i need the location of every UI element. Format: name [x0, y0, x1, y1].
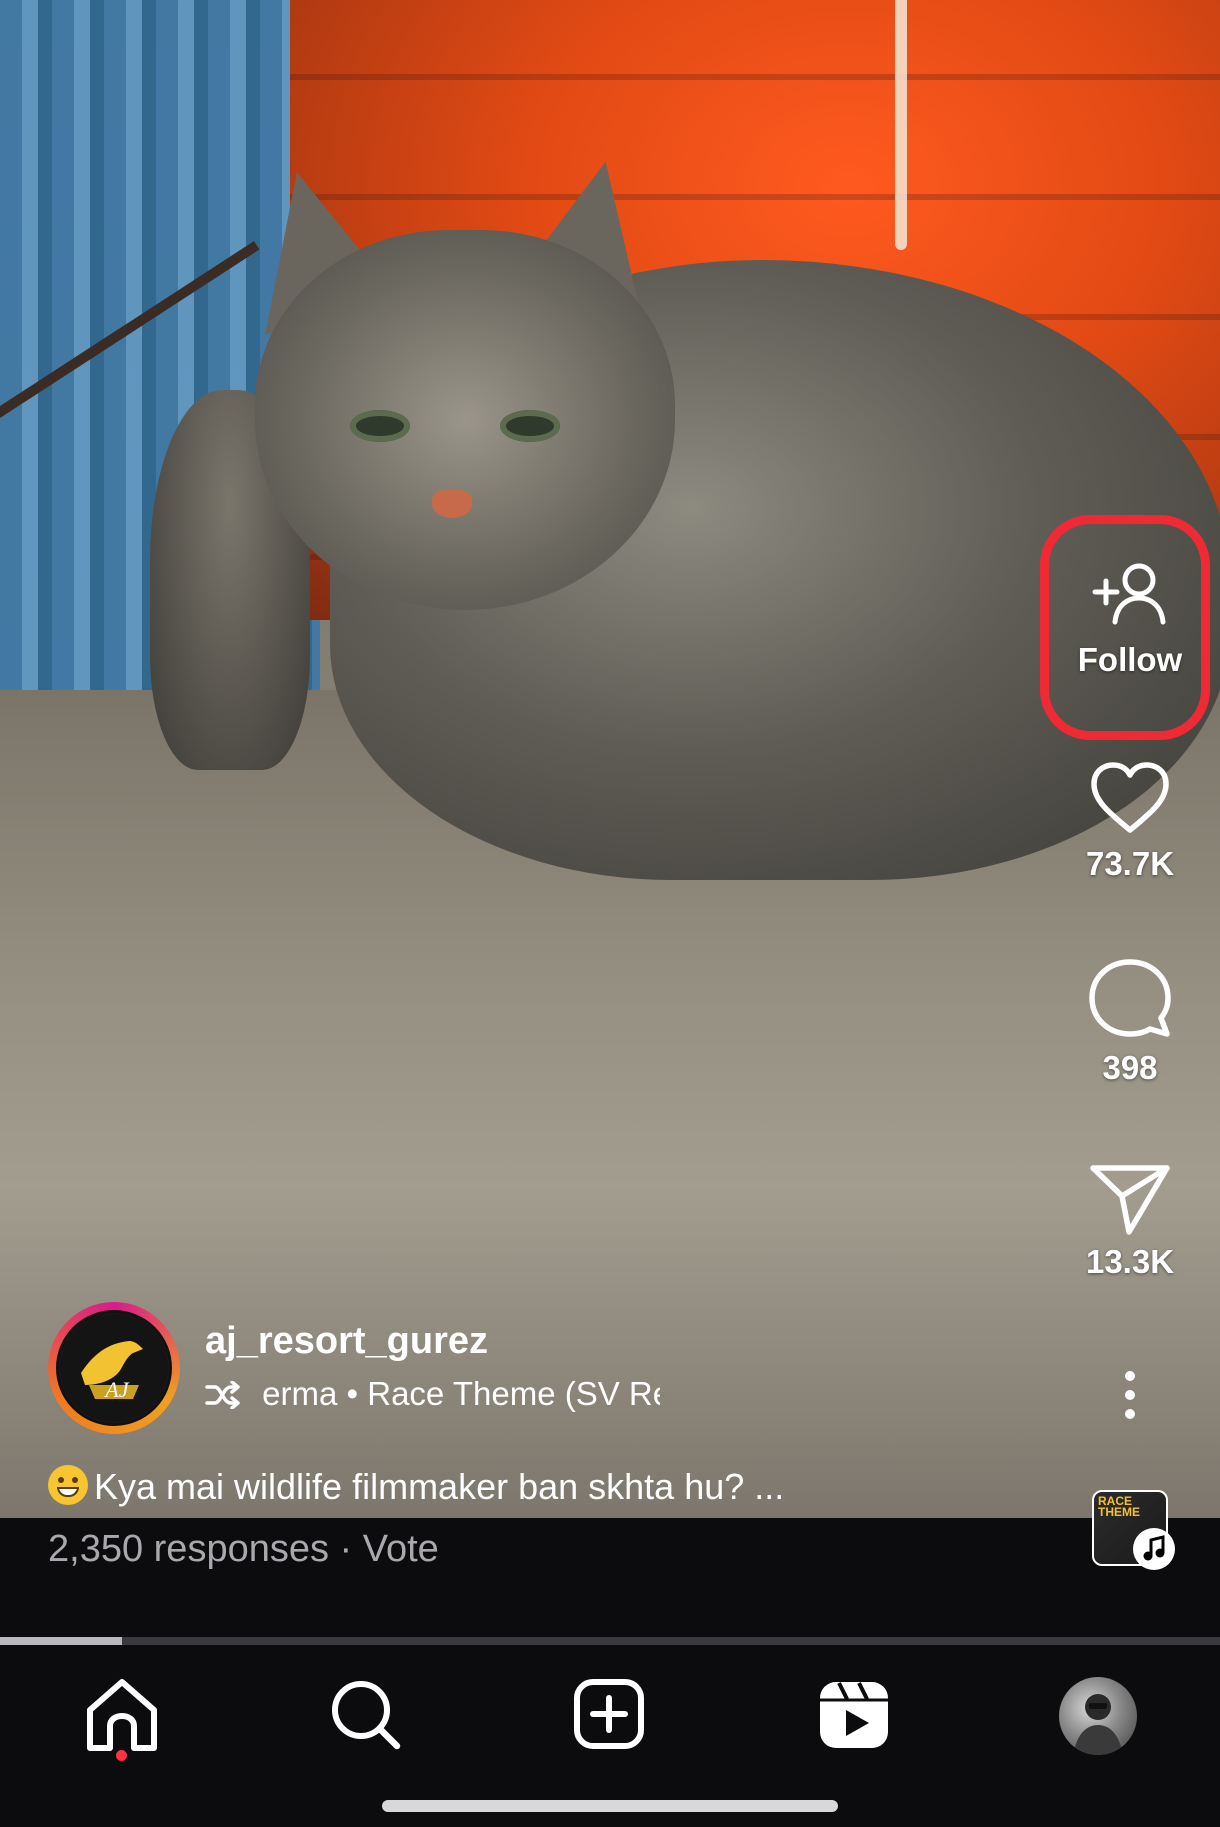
cat-eye [500, 410, 560, 442]
search-icon [332, 1681, 401, 1750]
more-options-button[interactable] [1065, 1370, 1195, 1425]
like-count: 73.7K [1085, 845, 1175, 882]
video-progress-fill [0, 1637, 122, 1645]
profile-photo [1073, 1694, 1123, 1755]
shuffle-icon [205, 1380, 240, 1410]
follow-button[interactable]: Follow [1065, 560, 1195, 679]
music-thumb-text: RACE THEME [1098, 1494, 1140, 1519]
home-icon [87, 1679, 157, 1751]
audio-title: erma • Race Theme (SV Re [262, 1375, 660, 1412]
comment-count: 398 [1102, 1049, 1158, 1086]
nav-profile-avatar[interactable] [1059, 1677, 1137, 1755]
home-indicator [382, 1800, 838, 1812]
nav-reels[interactable] [809, 1670, 899, 1760]
cat-head [255, 230, 675, 610]
resort-logo: AJ [60, 1314, 168, 1422]
reel-video[interactable] [0, 0, 1220, 1518]
poll-responses[interactable]: 2,350 responses · Vote [48, 1528, 439, 1571]
nav-home[interactable] [77, 1670, 167, 1760]
like-button[interactable]: 73.7K [1065, 760, 1195, 883]
cat-eye [350, 410, 410, 442]
cat-nose [432, 490, 472, 518]
send-icon [1090, 1165, 1170, 1235]
grinning-face-icon [48, 1465, 88, 1505]
music-note-icon [1133, 1528, 1175, 1570]
paint-drip [895, 0, 907, 250]
comment-button[interactable]: 398 [1065, 958, 1195, 1087]
share-button[interactable]: 13.3K [1065, 1160, 1195, 1281]
caption-text: Kya mai wildlife filmmaker ban skhta hu?… [94, 1466, 785, 1507]
audio-link[interactable]: erma • Race Theme (SV Re [205, 1375, 660, 1413]
avatar-image: AJ [56, 1310, 172, 1426]
notification-dot [116, 1750, 127, 1761]
add-user-icon [1092, 563, 1166, 625]
follow-label: Follow [1077, 641, 1183, 678]
caption[interactable]: Kya mai wildlife filmmaker ban skhta hu?… [48, 1465, 784, 1508]
comment-icon [1089, 959, 1171, 1037]
nav-create[interactable] [565, 1670, 655, 1760]
reels-icon [820, 1682, 888, 1748]
heart-icon [1091, 762, 1169, 833]
share-count: 13.3K [1085, 1243, 1175, 1280]
author-username[interactable]: aj_resort_gurez [205, 1320, 488, 1363]
author-avatar[interactable]: AJ [48, 1302, 180, 1434]
more-vertical-icon [1125, 1371, 1135, 1419]
nav-search[interactable] [321, 1670, 411, 1760]
svg-text:AJ: AJ [103, 1377, 129, 1402]
video-progress-bar[interactable] [0, 1637, 1220, 1645]
create-icon [574, 1679, 644, 1749]
